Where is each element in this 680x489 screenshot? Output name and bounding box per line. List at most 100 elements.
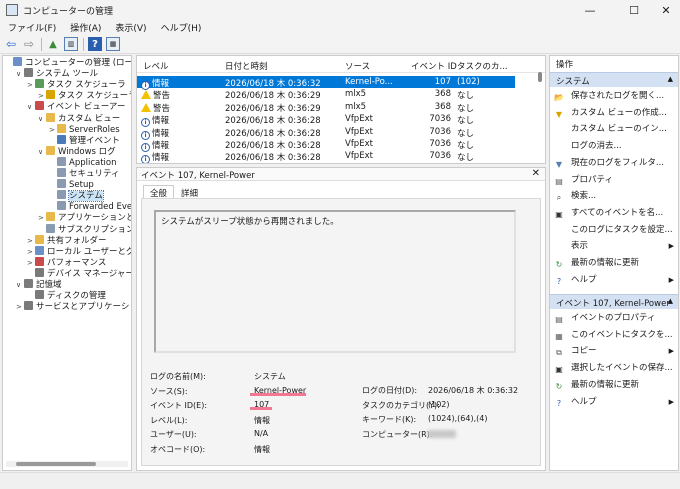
tree-item[interactable]: Application <box>49 156 117 168</box>
prop-value[interactable]: (1024),(64),(4) <box>428 414 487 423</box>
action-item[interactable]: ↻ 最新の情報に更新 <box>554 256 676 270</box>
tab-general[interactable]: 全般 <box>143 185 175 199</box>
event-list-scrollbar[interactable] <box>538 70 543 160</box>
action-item[interactable]: 📂 保存されたログを開く... <box>554 89 676 103</box>
tree-item[interactable]: ∨ カスタム ビュー <box>38 112 121 125</box>
prop-value[interactable]: システム <box>254 371 286 382</box>
action-item[interactable]: このログにタスクを設定... <box>554 223 676 237</box>
tree-item[interactable]: ∨ イベント ビューアー <box>27 101 125 112</box>
action-item[interactable]: ▼ カスタム ビューの作成... <box>554 106 676 120</box>
event-row[interactable]: i 情報 2026/06/18 木 0:36:28 VfpExt 7036 なし <box>137 150 515 163</box>
action-item[interactable]: ⧉ コピー ▶ <box>554 344 676 358</box>
prop-label: コンピューター(R): <box>362 429 433 439</box>
action-item[interactable]: ▤ イベントのプロパティ <box>554 311 676 325</box>
column-event-id[interactable]: イベント ID <box>411 60 457 72</box>
tree-node-icon <box>46 223 55 233</box>
folder-up-icon[interactable]: ▲ <box>46 37 60 51</box>
tree-item[interactable]: ∨ Windows ログ <box>38 145 116 158</box>
event-row[interactable]: 警告 2026/06/18 木 0:36:29 mlx5 368 なし <box>137 101 515 114</box>
collapse-icon[interactable]: ∨ <box>38 114 46 125</box>
event-row[interactable]: i 情報 2026/06/18 木 0:36:28 VfpExt 7036 なし <box>137 138 515 152</box>
detail-close-button[interactable]: ✕ <box>532 168 540 179</box>
column-source[interactable]: ソース <box>345 60 370 72</box>
action-item[interactable]: ▦ このイベントにタスクを... <box>554 328 676 342</box>
collapse-icon[interactable]: ∨ <box>16 69 24 80</box>
event-cell-id: 107 <box>434 77 451 87</box>
menu-file[interactable]: ファイル(F) <box>8 21 56 34</box>
forward-arrow-icon[interactable]: ⇨ <box>22 37 36 51</box>
tree-item[interactable]: > ServerRoles <box>49 123 120 135</box>
action-item[interactable]: ? ヘルプ ▶ <box>554 273 676 287</box>
event-row[interactable]: i 情報 2026/06/18 木 0:36:28 VfpExt 7036 なし <box>137 113 515 128</box>
tree-horizontal-scrollbar[interactable] <box>6 461 128 467</box>
tab-details[interactable]: 詳細 <box>174 185 205 199</box>
collapse-icon[interactable]: ∨ <box>38 147 46 158</box>
collapse-icon[interactable]: ▲ <box>668 297 673 305</box>
event-row[interactable]: i 情報 2026/06/18 木 0:36:32 Kernel-Po... 107 (1… <box>137 76 515 90</box>
menu-action[interactable]: 操作(A) <box>70 21 101 34</box>
event-cell-source: VfpExt <box>345 114 373 125</box>
prop-value[interactable]: 情報 <box>254 415 270 426</box>
actions-section-header[interactable]: システム ▲ <box>550 72 678 87</box>
tree-item[interactable]: > 共有フォルダー <box>27 234 107 246</box>
tree-item[interactable]: サブスクリプション <box>38 223 131 235</box>
tree-item[interactable]: > タスク スケジューラ <box>38 90 131 101</box>
prop-value[interactable]: N/A <box>254 429 268 438</box>
expand-icon[interactable]: > <box>16 302 24 313</box>
action-item[interactable]: ⌕ 検索... <box>554 189 676 203</box>
close-button[interactable]: ✕ <box>644 0 680 20</box>
event-message[interactable]: システムがスリープ状態から再開されました。 <box>154 210 516 353</box>
prop-value[interactable]: 情報 <box>254 444 270 455</box>
menu-view[interactable]: 表示(V) <box>115 21 146 34</box>
tree-item[interactable]: デバイス マネージャー <box>27 267 131 279</box>
event-row[interactable]: i 情報 2026/06/18 木 0:36:28 VfpExt 7036 なし <box>137 126 515 140</box>
action-item[interactable]: カスタム ビューのイン... <box>554 122 676 136</box>
attach-task-icon: ▦ <box>555 331 563 341</box>
help-icon[interactable]: ? <box>88 37 102 51</box>
tree-item-label: カスタム ビュー <box>58 113 121 124</box>
prop-value[interactable]: 2026/06/18 木 0:36:32 <box>428 385 518 396</box>
event-cell-source: mlx5 <box>345 101 367 112</box>
prop-value[interactable]: (102) <box>428 400 450 409</box>
collapse-icon[interactable]: ∨ <box>16 280 24 291</box>
collapse-icon[interactable]: ▲ <box>668 75 673 83</box>
column-level[interactable]: レベル <box>143 60 169 72</box>
back-arrow-icon[interactable]: ⇦ <box>4 37 18 51</box>
event-cell-task: (102) <box>457 77 480 87</box>
tree-node-icon <box>46 212 55 222</box>
action-item[interactable]: ↻ 最新の情報に更新 <box>554 378 676 392</box>
tree-item-label: システム <box>68 190 104 203</box>
action-item[interactable]: ▼ 現在のログをフィルタ... <box>554 156 676 170</box>
actions-section-header[interactable]: イベント 107, Kernel-Power ▲ <box>550 294 678 309</box>
event-row[interactable]: 警告 2026/06/18 木 0:36:29 mlx5 368 なし <box>137 88 515 101</box>
tree-item[interactable]: コンピューターの管理 (ローカル <box>5 57 131 68</box>
tree-item[interactable]: Setup <box>49 179 94 190</box>
column-datetime[interactable]: 日付と時刻 <box>225 60 268 72</box>
tree-item[interactable]: ∨ 記憶域 <box>16 279 62 290</box>
action-item[interactable]: ? ヘルプ ▶ <box>554 395 676 409</box>
menu-help[interactable]: ヘルプ(H) <box>161 21 202 34</box>
action-item[interactable]: ▣ 選択したイベントの保存... <box>554 361 676 375</box>
console-tree-icon[interactable]: ▥ <box>64 37 78 51</box>
tree-item-label: ローカル ユーザーとグル <box>47 246 131 257</box>
minimize-button[interactable]: — <box>568 0 612 20</box>
tree-item[interactable]: > サービスとアプリケーション <box>16 301 131 313</box>
tree-item[interactable]: Forwarded Eve <box>49 201 131 212</box>
tree-item[interactable]: システム <box>49 190 104 203</box>
action-item[interactable]: ▤ プロパティ <box>554 173 676 187</box>
column-task-category[interactable]: タスクのカ... <box>457 60 508 72</box>
tree-item[interactable]: 管理イベント <box>49 134 120 146</box>
action-item[interactable]: ▣ すべてのイベントを名... <box>554 206 676 220</box>
tree-item[interactable]: >アプリケーションとサ <box>38 212 131 223</box>
action-item[interactable]: 表示 ▶ <box>554 239 676 253</box>
action-item[interactable]: ログの消去... <box>554 139 676 153</box>
tree-item[interactable]: > タスク スケジューラ <box>27 79 126 90</box>
tree-item[interactable]: > パフォーマンス <box>27 256 106 268</box>
tree-item[interactable]: ∨ システム ツール <box>16 68 98 79</box>
tree-item[interactable]: セキュリティ <box>49 168 120 179</box>
expand-icon[interactable]: > <box>27 80 35 91</box>
properties-icon[interactable]: ▦ <box>106 37 120 51</box>
tree-item[interactable]: >ローカル ユーザーとグル <box>27 245 131 257</box>
collapse-icon[interactable]: ∨ <box>27 102 35 113</box>
tree-item[interactable]: ディスクの管理 <box>27 290 106 301</box>
